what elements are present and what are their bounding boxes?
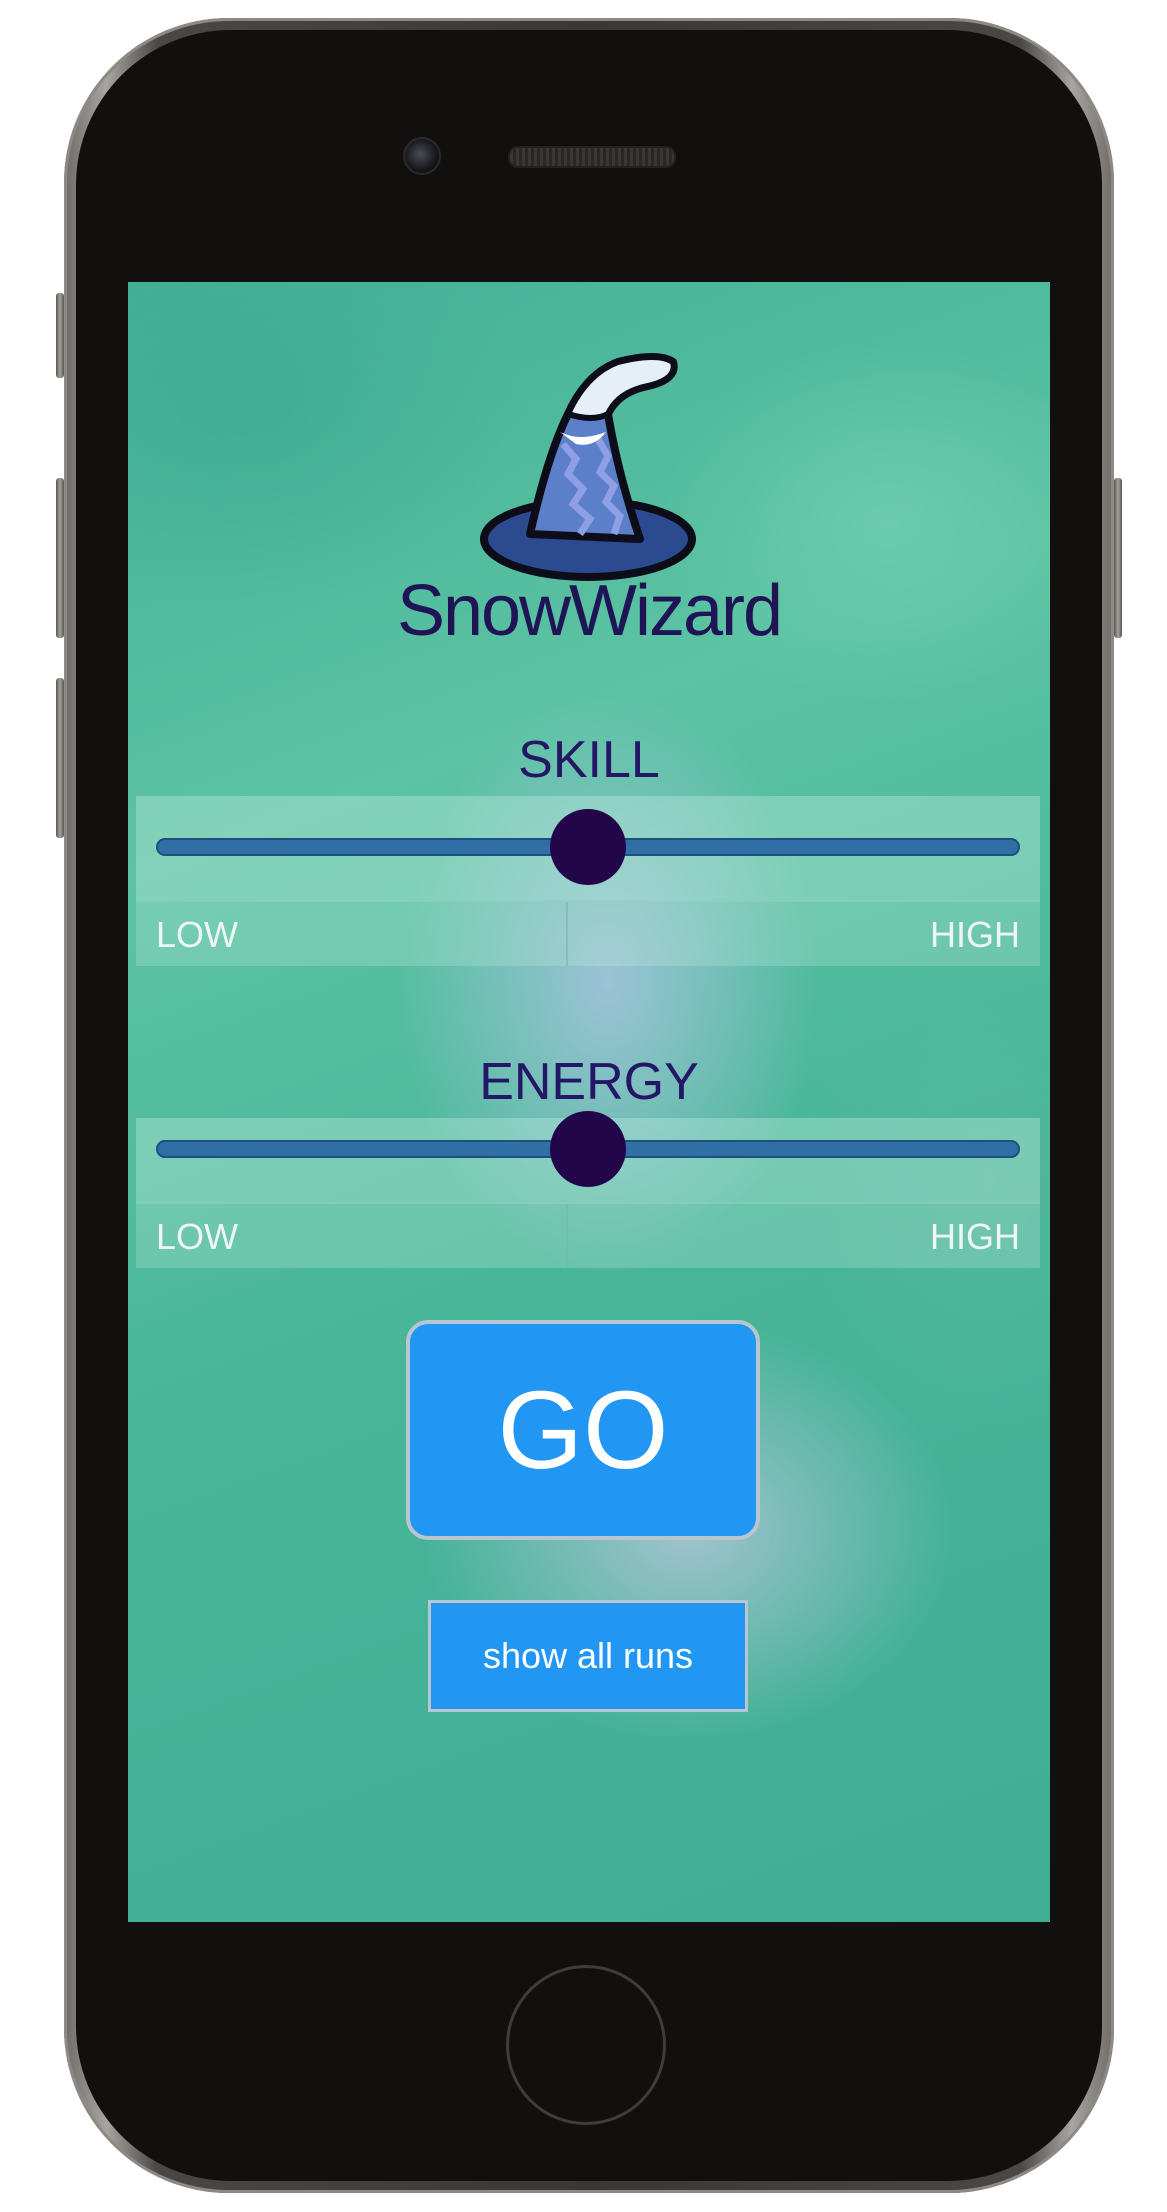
wizard-hat-icon (480, 353, 696, 581)
mute-switch (56, 293, 64, 378)
skill-high-label: HIGH (930, 914, 1020, 955)
energy-slider-track-area (136, 1111, 1040, 1202)
energy-range-labels: LOW HIGH (136, 1202, 1040, 1268)
skill-low-label: LOW (156, 914, 239, 955)
energy-low-label: LOW (156, 1216, 239, 1257)
skill-slider-thumb[interactable] (550, 809, 626, 885)
skill-slider-track-area (136, 796, 1040, 900)
skill-label: SKILL (518, 731, 660, 789)
go-button[interactable]: GO (406, 1320, 760, 1540)
energy-slider-thumb[interactable] (550, 1111, 626, 1187)
front-camera (403, 137, 441, 175)
earpiece-speaker (508, 146, 676, 168)
home-button[interactable] (506, 1965, 666, 2125)
energy-label: ENERGY (479, 1053, 699, 1111)
app-screen: SnowWizard SKILL LOW HIGH ENERGY LOW HIG… (128, 282, 1050, 1922)
volume-down-button (56, 678, 64, 838)
show-all-runs-button[interactable]: show all runs (428, 1600, 748, 1712)
energy-high-label: HIGH (930, 1216, 1020, 1257)
range-divider (566, 902, 568, 966)
skill-range-labels: LOW HIGH (136, 900, 1040, 966)
range-divider (566, 1204, 568, 1268)
app-title: SnowWizard (396, 571, 783, 651)
power-button (1114, 478, 1122, 638)
volume-up-button (56, 478, 64, 638)
